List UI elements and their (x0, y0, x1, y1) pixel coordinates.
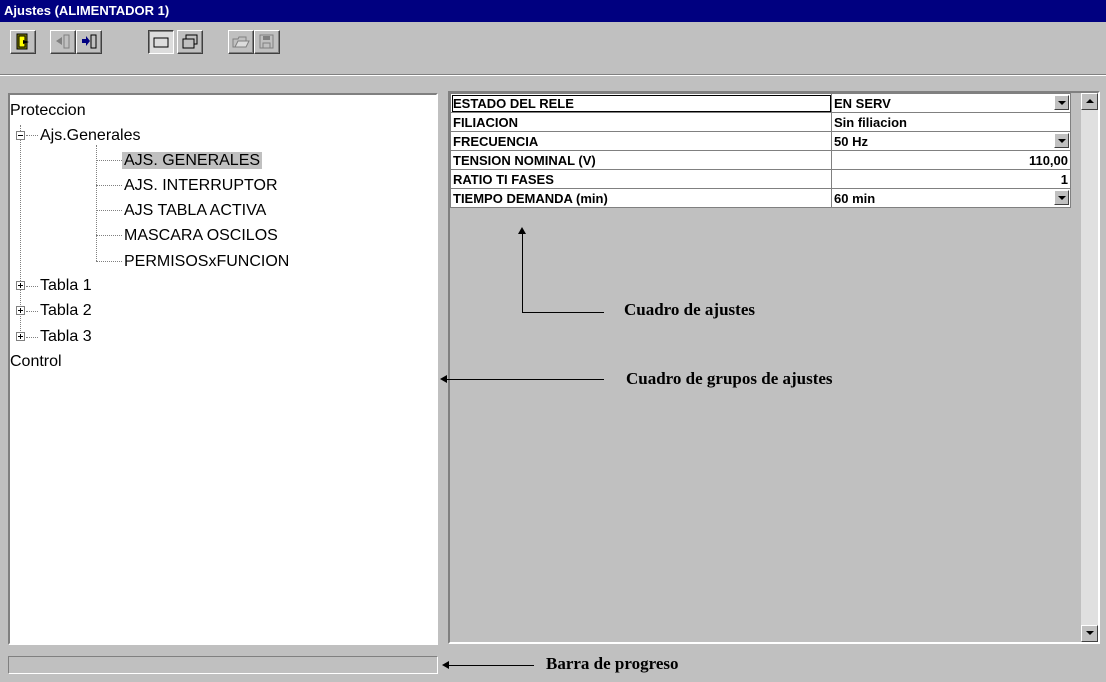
expand-icon[interactable] (16, 281, 25, 290)
single-view-button[interactable] (148, 30, 174, 54)
annotation-cuadro-ajustes: Cuadro de ajustes (624, 300, 755, 319)
setting-name: TENSION NOMINAL (V) (450, 150, 832, 170)
tree-node-ajs-tabla-activa[interactable]: AJS TABLA ACTIVA (124, 201, 266, 221)
annotation-barra-progreso: Barra de progreso (546, 654, 679, 673)
setting-name: RATIO TI FASES (450, 169, 832, 189)
next-button[interactable] (76, 30, 102, 54)
table-row[interactable]: TIEMPO DEMANDA (min) 60 min (450, 188, 1071, 208)
collapse-icon[interactable] (16, 131, 25, 140)
setting-name: TIEMPO DEMANDA (min) (450, 188, 832, 208)
tree-node-tabla-3[interactable]: Tabla 3 (40, 327, 92, 347)
annotation-line (446, 379, 604, 380)
settings-grid: ESTADO DEL RELE EN SERV FILIACION Sin fi… (448, 91, 1100, 644)
setting-value[interactable]: Sin filiacion (831, 112, 1071, 132)
setting-name: ESTADO DEL RELE (450, 93, 832, 113)
tree-node-mascara-oscilos[interactable]: MASCARA OSCILOS (124, 226, 278, 246)
save-button[interactable] (254, 30, 280, 54)
window-title: Ajustes (ALIMENTADOR 1) (0, 0, 1106, 22)
open-folder-icon (232, 36, 250, 48)
arrow-forward-icon (82, 34, 97, 49)
tree-node-proteccion[interactable]: Proteccion (10, 101, 86, 121)
scroll-up-icon[interactable] (1081, 93, 1098, 110)
chevron-down-icon[interactable] (1054, 190, 1069, 205)
setting-value-dropdown[interactable]: 50 Hz (831, 131, 1071, 151)
tree-node-ajs-generales-leaf[interactable]: AJS. GENERALES (122, 151, 263, 171)
setting-value-dropdown[interactable]: 60 min (831, 188, 1071, 208)
tree-node-tabla-2[interactable]: Tabla 2 (40, 301, 92, 321)
settings-table: ESTADO DEL RELE EN SERV FILIACION Sin fi… (450, 93, 1071, 208)
progress-bar (8, 656, 438, 674)
tree-node-tabla-1[interactable]: Tabla 1 (40, 276, 92, 296)
setting-name: FILIACION (450, 112, 832, 132)
tree-node-control[interactable]: Control (10, 352, 62, 372)
table-row[interactable]: TENSION NOMINAL (V) 110,00 (450, 150, 1071, 170)
tree-node-permisosxfuncion[interactable]: PERMISOSxFUNCION (124, 252, 289, 272)
expand-icon[interactable] (16, 332, 25, 341)
tree-node-ajs-interruptor[interactable]: AJS. INTERRUPTOR (124, 176, 278, 196)
single-window-icon (153, 37, 169, 48)
table-row[interactable]: RATIO TI FASES 1 (450, 169, 1071, 189)
arrow-back-icon (56, 34, 70, 49)
annotation-line (522, 232, 523, 312)
annotation-line (522, 312, 604, 313)
settings-group-tree[interactable]: Proteccion Ajs.Generales AJS. GENERALES … (8, 93, 438, 645)
scroll-down-icon[interactable] (1081, 625, 1098, 642)
floppy-disk-icon (259, 34, 274, 49)
setting-value-input[interactable]: 110,00 (831, 150, 1071, 170)
exit-button[interactable] (10, 30, 36, 54)
multi-window-icon (182, 34, 198, 49)
multi-view-button[interactable] (177, 30, 203, 54)
door-exit-icon (16, 33, 29, 50)
table-row[interactable]: FRECUENCIA 50 Hz (450, 131, 1071, 151)
tree-node-ajs-generales[interactable]: Ajs.Generales (40, 126, 141, 146)
setting-value-dropdown[interactable]: EN SERV (831, 93, 1071, 113)
table-row[interactable]: ESTADO DEL RELE EN SERV (450, 93, 1071, 113)
chevron-down-icon[interactable] (1054, 133, 1069, 148)
table-row[interactable]: FILIACION Sin filiacion (450, 112, 1071, 132)
open-button[interactable] (228, 30, 254, 54)
toolbar (0, 22, 1106, 76)
setting-value-input[interactable]: 1 (831, 169, 1071, 189)
chevron-down-icon[interactable] (1054, 95, 1069, 110)
annotation-cuadro-grupos: Cuadro de grupos de ajustes (626, 369, 833, 388)
setting-name: FRECUENCIA (450, 131, 832, 151)
previous-button[interactable] (50, 30, 76, 54)
vertical-scrollbar[interactable] (1081, 93, 1098, 642)
expand-icon[interactable] (16, 306, 25, 315)
annotation-line (448, 665, 534, 666)
